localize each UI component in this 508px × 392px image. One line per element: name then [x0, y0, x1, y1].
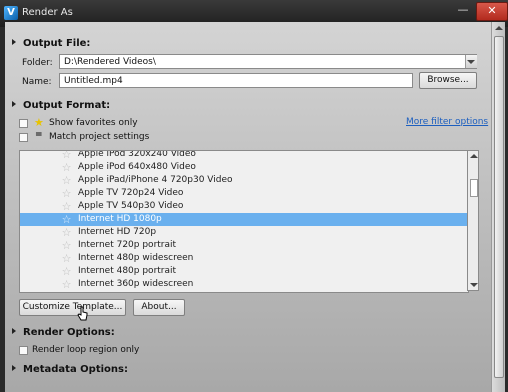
- template-row[interactable]: ☆ Internet 480p widescreen: [20, 252, 468, 265]
- template-row[interactable]: ☆ Apple iPod 640x480 Video: [20, 161, 468, 174]
- mouse-cursor-icon: [77, 306, 88, 321]
- template-row[interactable]: ☆ Apple TV 540p30 Video: [20, 200, 468, 213]
- vegas-app-icon: V: [4, 6, 18, 20]
- template-label: Apple TV 540p30 Video: [78, 201, 184, 211]
- template-label: Apple iPod 640x480 Video: [78, 162, 196, 172]
- dialog-panel: Output File: Folder: D:\Rendered Videos\…: [5, 22, 505, 392]
- template-label: Internet 480p widescreen: [78, 253, 194, 263]
- render-options-header[interactable]: Render Options:: [12, 327, 115, 338]
- window-title: Render As: [22, 7, 73, 18]
- customize-template-button[interactable]: Customize Template...: [19, 299, 126, 316]
- name-value: Untitled.mp4: [64, 76, 123, 86]
- render-loop-checkbox[interactable]: [19, 346, 28, 355]
- template-row[interactable]: ☆ Internet 480p portrait: [20, 265, 468, 278]
- folder-field[interactable]: D:\Rendered Videos\: [59, 54, 477, 69]
- template-list-scrollbar[interactable]: [467, 150, 479, 291]
- minimize-button[interactable]: —: [452, 2, 474, 19]
- expand-arrow-icon: [12, 328, 16, 334]
- folder-label: Folder:: [22, 58, 53, 68]
- match-project-checkbox[interactable]: [19, 133, 28, 142]
- favorite-star-icon[interactable]: ☆: [60, 239, 73, 252]
- favorite-star-icon[interactable]: ☆: [60, 226, 73, 239]
- about-button[interactable]: About...: [133, 299, 185, 316]
- expand-arrow-icon: [12, 101, 16, 107]
- expand-arrow-icon: [12, 365, 16, 371]
- scroll-thumb[interactable]: [494, 36, 504, 378]
- scroll-up-icon[interactable]: [495, 26, 503, 30]
- name-label: Name:: [22, 77, 52, 87]
- scroll-down-icon[interactable]: [470, 283, 478, 287]
- template-label: Internet 360p widescreen: [78, 279, 194, 289]
- template-row[interactable]: ☆ Internet 720p portrait: [20, 239, 468, 252]
- template-label: Internet 720p portrait: [78, 240, 177, 250]
- favorite-star-icon[interactable]: ☆: [60, 187, 73, 200]
- template-label: Apple TV 720p24 Video: [78, 188, 184, 198]
- close-button[interactable]: ✕: [476, 2, 508, 21]
- favorite-star-icon: ★: [34, 116, 44, 129]
- template-label: Internet HD 1080p: [78, 214, 162, 224]
- output-format-header[interactable]: Output Format:: [12, 100, 110, 111]
- template-row[interactable]: ☆ Apple iPad/iPhone 4 720p30 Video: [20, 174, 468, 187]
- output-file-header[interactable]: Output File:: [12, 38, 90, 49]
- match-settings-icon: =: [35, 130, 43, 140]
- favorite-star-icon[interactable]: ☆: [60, 265, 73, 278]
- match-project-label: Match project settings: [49, 132, 150, 142]
- template-list[interactable]: ☆ Apple iPod 320x240 Video ☆ Apple iPod 640…: [19, 150, 469, 293]
- more-filter-options-link[interactable]: More filter options: [406, 117, 488, 127]
- folder-value: D:\Rendered Videos\: [64, 57, 156, 67]
- template-label: Apple iPod 320x240 Video: [78, 150, 196, 159]
- template-label: Apple iPad/iPhone 4 720p30 Video: [78, 175, 233, 185]
- render-options-heading: Render Options:: [23, 327, 115, 338]
- output-file-heading: Output File:: [23, 38, 91, 49]
- browse-button[interactable]: Browse...: [419, 72, 477, 89]
- scroll-thumb[interactable]: [470, 179, 478, 197]
- template-row[interactable]: ☆ Internet HD 1080p: [20, 213, 468, 226]
- metadata-options-heading: Metadata Options:: [23, 364, 128, 375]
- template-row[interactable]: ☆ Apple TV 720p24 Video: [20, 187, 468, 200]
- chevron-down-icon: [467, 60, 475, 64]
- show-favorites-checkbox[interactable]: [19, 119, 28, 128]
- favorite-star-icon[interactable]: ☆: [60, 200, 73, 213]
- render-loop-label: Render loop region only: [32, 345, 140, 355]
- name-field[interactable]: Untitled.mp4: [59, 73, 413, 88]
- metadata-options-header[interactable]: Metadata Options:: [12, 364, 128, 375]
- template-label: Internet HD 720p: [78, 227, 157, 237]
- favorite-star-icon[interactable]: ☆: [60, 161, 73, 174]
- favorite-star-icon[interactable]: ☆: [60, 278, 73, 291]
- template-label: Internet 480p portrait: [78, 266, 177, 276]
- expand-arrow-icon: [12, 39, 16, 45]
- favorite-star-icon[interactable]: ☆: [60, 151, 73, 161]
- output-format-heading: Output Format:: [23, 100, 111, 111]
- favorite-star-icon[interactable]: ☆: [60, 252, 73, 265]
- show-favorites-label: Show favorites only: [49, 118, 138, 128]
- template-row[interactable]: ☆ Apple iPod 320x240 Video: [20, 150, 468, 161]
- scroll-up-icon[interactable]: [470, 154, 478, 158]
- favorite-star-icon[interactable]: ☆: [60, 213, 73, 226]
- template-row[interactable]: ☆ Internet 360p widescreen: [20, 278, 468, 291]
- template-row[interactable]: ☆ Internet HD 720p: [20, 226, 468, 239]
- folder-dropdown-button[interactable]: [465, 55, 477, 68]
- favorite-star-icon[interactable]: ☆: [60, 174, 73, 187]
- dialog-scrollbar[interactable]: [491, 22, 505, 392]
